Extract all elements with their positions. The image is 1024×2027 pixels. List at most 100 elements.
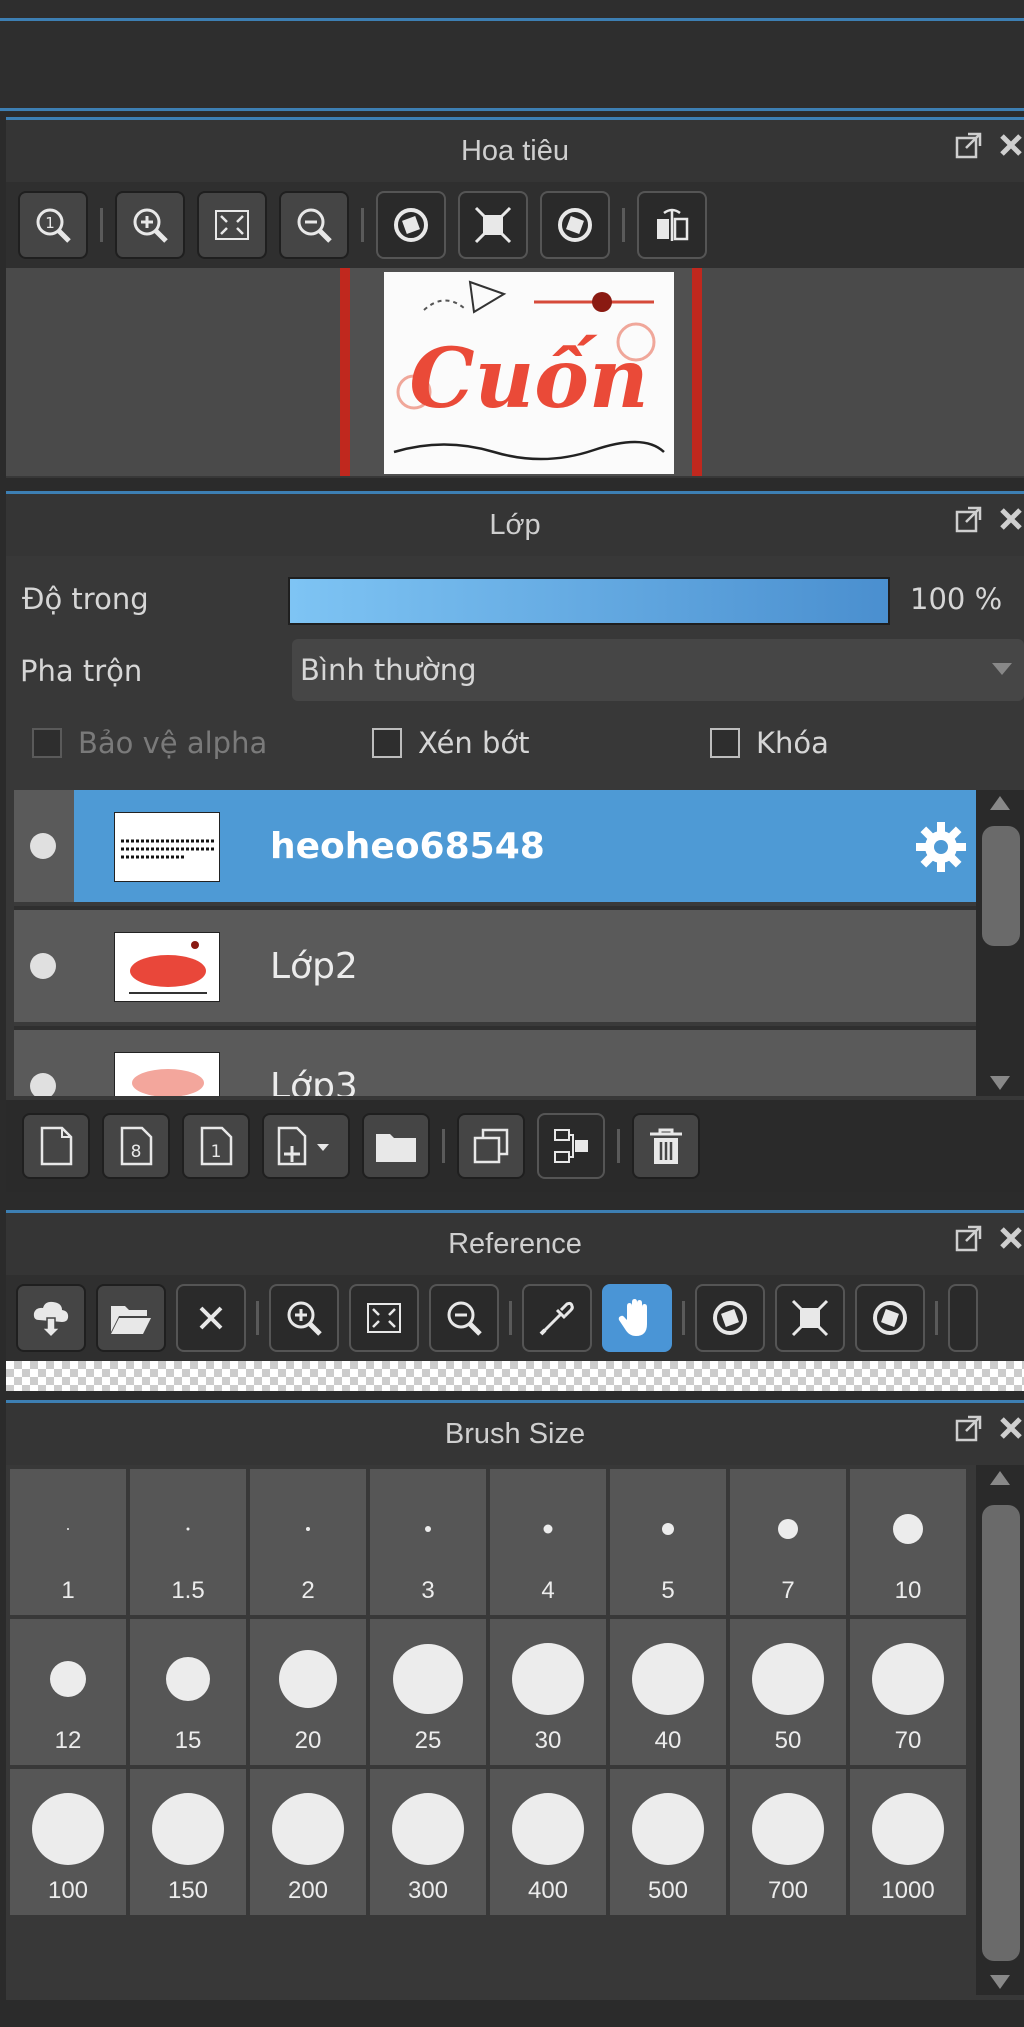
brush-size-cell[interactable]: 10 [850, 1469, 966, 1615]
brush-size-cell[interactable]: 400 [490, 1769, 606, 1915]
brush-size-cell[interactable]: 5 [610, 1469, 726, 1615]
flip-horizontal-button[interactable] [637, 191, 707, 259]
reference-rotate-right-button[interactable] [855, 1284, 925, 1352]
rotate-right-button[interactable] [540, 191, 610, 259]
reference-rotate-left-button[interactable] [695, 1284, 765, 1352]
brush-size-label: 12 [54, 1727, 82, 1754]
scroll-up-icon[interactable] [990, 796, 1010, 810]
layer-row[interactable]: Lớp3 [14, 1030, 976, 1096]
new-8bit-layer-button[interactable]: 8 [102, 1113, 170, 1179]
brush-size-cell[interactable]: 25 [370, 1619, 486, 1765]
brush-size-cell[interactable]: 70 [850, 1619, 966, 1765]
brush-size-cell[interactable]: 1000 [850, 1769, 966, 1915]
close-icon[interactable] [998, 130, 1024, 160]
brush-size-cell[interactable]: 100 [10, 1769, 126, 1915]
protect-alpha-checkbox[interactable]: Bảo vệ alpha [32, 726, 267, 760]
reference-more-button[interactable] [948, 1284, 978, 1352]
visibility-toggle[interactable] [14, 790, 72, 902]
layer-list: heoheo68548 Lớp2 Lớp3 [14, 790, 976, 1096]
brush-size-cell[interactable]: 500 [610, 1769, 726, 1915]
brush-size-cell[interactable]: 30 [490, 1619, 606, 1765]
brush-size-cell[interactable]: 3 [370, 1469, 486, 1615]
close-reference-button[interactable] [176, 1284, 246, 1352]
fit-window-button[interactable] [197, 191, 267, 259]
brush-size-cell[interactable]: 1.5 [130, 1469, 246, 1615]
reference-zoom-in-button[interactable] [269, 1284, 339, 1352]
scroll-thumb[interactable] [982, 826, 1020, 946]
brush-size-cell[interactable]: 40 [610, 1619, 726, 1765]
float-window-icon[interactable] [954, 1223, 984, 1253]
brush-size-cell[interactable]: 2 [250, 1469, 366, 1615]
rotate-left-button[interactable] [376, 191, 446, 259]
close-icon[interactable] [998, 1223, 1024, 1253]
art-layer-preview [132, 1069, 204, 1096]
reference-zoom-out-button[interactable] [429, 1284, 499, 1352]
layer-toolbar: 8 1 [6, 1100, 1024, 1192]
scroll-up-icon[interactable] [990, 1471, 1010, 1485]
blend-mode-select[interactable]: Bình thường [292, 639, 1024, 701]
close-icon[interactable] [998, 1413, 1024, 1443]
new-1bit-layer-button[interactable]: 1 [182, 1113, 250, 1179]
new-folder-button[interactable] [362, 1113, 430, 1179]
fit-window-icon [215, 210, 249, 240]
brush-size-cell[interactable]: 20 [250, 1619, 366, 1765]
reference-reset-view-button[interactable] [775, 1284, 845, 1352]
layer-row[interactable]: Lớp2 [14, 910, 976, 1026]
new-layer-button[interactable] [22, 1113, 90, 1179]
layer-list-scrollbar[interactable] [976, 790, 1024, 1096]
float-window-icon[interactable] [954, 504, 984, 534]
reset-view-button[interactable] [458, 191, 528, 259]
merge-down-button[interactable] [537, 1113, 605, 1179]
brush-size-cell[interactable]: 15 [130, 1619, 246, 1765]
brush-size-label: 1 [61, 1577, 75, 1604]
new-page-icon [40, 1126, 73, 1166]
blend-mode-value: Bình thường [300, 653, 477, 687]
float-window-icon[interactable] [954, 1413, 984, 1443]
brush-size-cell[interactable]: 50 [730, 1619, 846, 1765]
checkbox-box [710, 728, 740, 758]
brush-size-cell[interactable]: 7 [730, 1469, 846, 1615]
float-window-icon[interactable] [954, 130, 984, 160]
reference-canvas[interactable] [6, 1361, 1024, 1391]
open-file-button[interactable] [96, 1284, 166, 1352]
separator [100, 208, 103, 242]
brush-size-cell[interactable]: 12 [10, 1619, 126, 1765]
brush-size-scrollbar[interactable] [976, 1465, 1024, 1995]
lock-checkbox[interactable]: Khóa [710, 726, 829, 760]
visibility-toggle[interactable] [14, 1030, 72, 1096]
layer-row[interactable]: heoheo68548 [14, 790, 976, 906]
opacity-slider[interactable] [288, 577, 890, 625]
scroll-down-icon[interactable] [990, 1975, 1010, 1989]
brush-size-label: 70 [894, 1727, 922, 1754]
delete-layer-button[interactable] [632, 1113, 700, 1179]
brush-size-cell[interactable]: 300 [370, 1769, 486, 1915]
scroll-down-icon[interactable] [990, 1076, 1010, 1090]
close-icon[interactable] [998, 504, 1024, 534]
reference-fit-button[interactable] [349, 1284, 419, 1352]
import-from-canvas-button[interactable] [16, 1284, 86, 1352]
art-layer-preview [129, 941, 207, 994]
duplicate-layer-button[interactable] [457, 1113, 525, 1179]
brush-size-cell[interactable]: 200 [250, 1769, 366, 1915]
rotate-left-icon [713, 1301, 747, 1335]
add-layer-menu-button[interactable] [262, 1113, 350, 1179]
scroll-thumb[interactable] [982, 1505, 1020, 1961]
gear-icon[interactable] [914, 820, 968, 874]
brush-dot [186, 1527, 190, 1531]
clipping-checkbox[interactable]: Xén bớt [372, 726, 530, 760]
hand-tool-button[interactable] [602, 1284, 672, 1352]
panel-title: Hoa tiêu [460, 134, 569, 167]
brush-size-cell[interactable]: 4 [490, 1469, 606, 1615]
brush-size-label: 7 [781, 1577, 795, 1604]
fit-window-icon [367, 1303, 401, 1333]
eyedropper-button[interactable] [522, 1284, 592, 1352]
brush-size-cell[interactable]: 150 [130, 1769, 246, 1915]
zoom-actual-button[interactable]: 1 [18, 191, 88, 259]
brush-size-cell[interactable]: 1 [10, 1469, 126, 1615]
visibility-toggle[interactable] [14, 910, 72, 1022]
reference-toolbar [6, 1275, 1024, 1361]
navigator-preview[interactable]: Cuốn [6, 268, 1024, 476]
zoom-in-button[interactable] [115, 191, 185, 259]
zoom-out-button[interactable] [279, 191, 349, 259]
brush-size-cell[interactable]: 700 [730, 1769, 846, 1915]
